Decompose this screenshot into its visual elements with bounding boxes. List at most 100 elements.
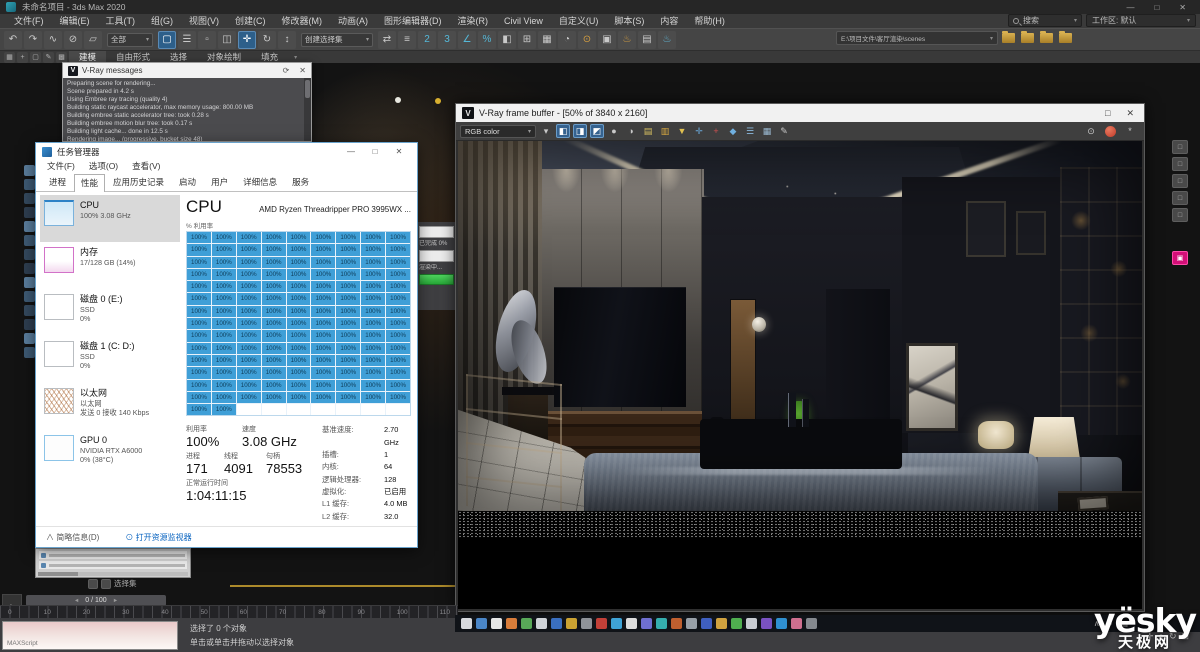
vfb-tool-icon[interactable]: ◆ [726,124,740,138]
workspace-dropdown[interactable]: 工作区: 默认▾ [1086,14,1196,27]
taskbar-app-icon[interactable] [656,618,667,629]
vfb-tool-icon[interactable]: ✛ [692,124,706,138]
vfb-tool-icon[interactable]: + [709,124,723,138]
vfb-tool-icon[interactable]: ◑ [624,124,638,138]
menu-item[interactable]: 组(G) [143,14,181,28]
taskbar-app-icon[interactable] [701,618,712,629]
project-path-dropdown[interactable]: E:\项目文件\客厅渲染\scenes▾ [836,31,998,45]
vfb-tool-icon[interactable]: ◨ [573,124,587,138]
ribbon-icon[interactable]: + [17,52,28,63]
taskbar-app-icon[interactable] [776,618,787,629]
folder-icon[interactable] [1002,33,1015,43]
menu-item[interactable]: 帮助(H) [686,14,733,28]
fewer-details-button[interactable]: ∧ 简略信息(D) [46,532,99,543]
toolbar-icon[interactable]: % [478,31,496,49]
taskbar-app-icon[interactable] [611,618,622,629]
toolbar-icon[interactable]: ♨ [658,31,676,49]
toolbar-icon[interactable]: ↻ [258,31,276,49]
right-tool-button[interactable]: □ [1172,140,1188,154]
tab-服务[interactable]: 服务 [285,173,316,191]
window-control[interactable]: ✕ [387,147,411,156]
ribbon-icon[interactable]: ▩ [56,52,67,63]
toolbar-dropdown[interactable]: 全部▾ [107,33,153,47]
taskbar-app-icon[interactable] [476,618,487,629]
toolbar-icon[interactable]: ⊙ [578,31,596,49]
window-control[interactable]: ⟳ [283,66,290,75]
taskbar-app-icon[interactable] [791,618,802,629]
scene-explorer-tool-icon[interactable] [24,235,35,246]
toolbar-icon[interactable]: ☰ [178,31,196,49]
vfb-tool-icon[interactable]: ▾ [539,124,553,138]
scene-explorer-tool-icon[interactable] [24,179,35,190]
taskbar-app-icon[interactable] [686,618,697,629]
menu-item[interactable]: 查看(V) [125,160,167,174]
toolbar-icon[interactable]: ∿ [44,31,62,49]
vfb-titlebar[interactable]: V V-Ray frame buffer - [50% of 3840 x 21… [456,104,1144,122]
toolbar-icon[interactable]: ▣ [598,31,616,49]
menu-item[interactable]: 视图(V) [181,14,227,28]
taskbar-app-icon[interactable] [536,618,547,629]
window-control[interactable]: ✕ [1126,108,1134,119]
scrollbar[interactable] [38,572,188,576]
toolbar-icon[interactable]: ▱ [84,31,102,49]
window-control[interactable]: □ [363,147,387,156]
tab-性能[interactable]: 性能 [74,174,105,192]
perf-sidebar-item[interactable]: 内存17/128 GB (14%) [40,242,180,289]
scene-explorer-tool-icon[interactable] [24,221,35,232]
menu-item[interactable]: 编辑(E) [52,14,98,28]
taskbar-app-icon[interactable] [551,618,562,629]
vfb-tool-icon[interactable]: ▤ [641,124,655,138]
ribbon-icon[interactable]: ▦ [4,52,15,63]
snap-icon[interactable] [101,579,111,589]
folder-icon[interactable] [1059,33,1072,43]
ribbon-icon[interactable]: ✎ [43,52,54,63]
toolbar-icon[interactable]: ⊘ [64,31,82,49]
toolbar-icon[interactable]: ▤ [638,31,656,49]
window-control[interactable]: □ [1105,108,1110,119]
taskbar-app-icon[interactable] [641,618,652,629]
scene-explorer-tool-icon[interactable] [24,165,35,176]
toolbar-dropdown[interactable]: 创建选择集▾ [301,33,373,47]
vfb-tool-icon[interactable]: ⊙ [1084,124,1098,138]
magenta-tool-button[interactable]: ▣ [1172,251,1188,265]
open-resource-monitor-link[interactable]: ⊙ 打开资源监视器 [125,532,191,543]
taskbar-app-icon[interactable] [566,618,577,629]
menu-item[interactable]: 文件(F) [40,160,82,174]
maxscript-mini-listener[interactable]: MAXScript [2,621,178,650]
arrow-left-icon[interactable]: ◄ [74,598,79,604]
taskbar-app-icon[interactable] [491,618,502,629]
right-tool-button[interactable]: □ [1172,208,1188,222]
window-control[interactable]: ✕ [299,66,306,75]
menu-item[interactable]: 文件(F) [6,14,52,28]
menu-item[interactable]: 动画(A) [330,14,376,28]
toolbar-icon[interactable]: ∠ [458,31,476,49]
tab-应用历史记录[interactable]: 应用历史记录 [106,173,171,191]
vfb-tool-icon[interactable]: * [1123,124,1137,138]
scene-explorer-row[interactable] [39,561,187,569]
vfb-tool-icon[interactable]: ● [607,124,621,138]
perf-sidebar-item[interactable]: 磁盘 1 (C: D:)SSD0% [40,336,180,383]
vfb-tool-icon[interactable]: ▦ [760,124,774,138]
menu-item[interactable]: 创建(C) [227,14,274,28]
menu-item[interactable]: 自定义(U) [551,14,607,28]
menu-item[interactable]: 渲染(R) [450,14,497,28]
taskbar-app-icon[interactable] [461,618,472,629]
scene-explorer-tool-icon[interactable] [24,305,35,316]
menu-item[interactable]: 工具(T) [98,14,144,28]
toolbar-icon[interactable]: ≡ [398,31,416,49]
scene-explorer-tool-icon[interactable] [24,207,35,218]
toolbar-icon[interactable]: ⊞ [518,31,536,49]
toolbar-icon[interactable]: ♨ [618,31,636,49]
tab-进程[interactable]: 进程 [42,173,73,191]
right-tool-button[interactable]: □ [1172,174,1188,188]
folder-icon[interactable] [1021,33,1034,43]
vray-messages-titlebar[interactable]: V V-Ray messages ⟳✕ [63,63,311,78]
arrow-right-icon[interactable]: ► [113,598,118,604]
vfb-tool-icon[interactable]: ▼ [675,124,689,138]
menu-item[interactable]: 内容 [652,14,686,28]
tab-用户[interactable]: 用户 [204,173,235,191]
vfb-tool-icon[interactable]: ☰ [743,124,757,138]
vfb-tool-icon[interactable]: ✎ [777,124,791,138]
perf-sidebar-item[interactable]: 以太网以太网发送 0 接收 140 Kbps [40,383,180,430]
toolbar-icon[interactable]: ↷ [24,31,42,49]
